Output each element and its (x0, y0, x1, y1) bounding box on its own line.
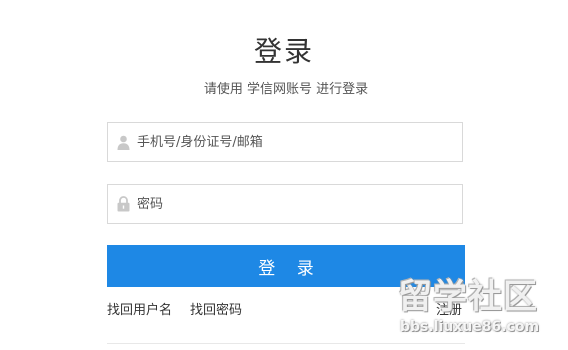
username-input[interactable] (137, 123, 462, 161)
login-subtitle: 请使用 学信网账号 进行登录 (203, 82, 369, 97)
recover-username-link[interactable]: 找回用户名 (107, 303, 172, 318)
register-link[interactable]: 注册 (436, 302, 462, 320)
page-title: 登录 (253, 35, 314, 68)
divider (107, 343, 465, 344)
watermark-url: bbs.liuxue86.com (400, 319, 540, 335)
recover-password-link[interactable]: 找回密码 (190, 303, 242, 318)
login-button[interactable]: 登 录 (107, 245, 465, 287)
password-field[interactable] (107, 184, 463, 224)
username-field[interactable] (107, 122, 463, 162)
account-links: 找回用户名 找回密码 (107, 302, 260, 320)
user-icon (116, 134, 130, 150)
watermark: 留学社区 bbs.liuxue86.com (398, 278, 558, 340)
password-input[interactable] (137, 185, 462, 223)
lock-icon (116, 196, 130, 212)
